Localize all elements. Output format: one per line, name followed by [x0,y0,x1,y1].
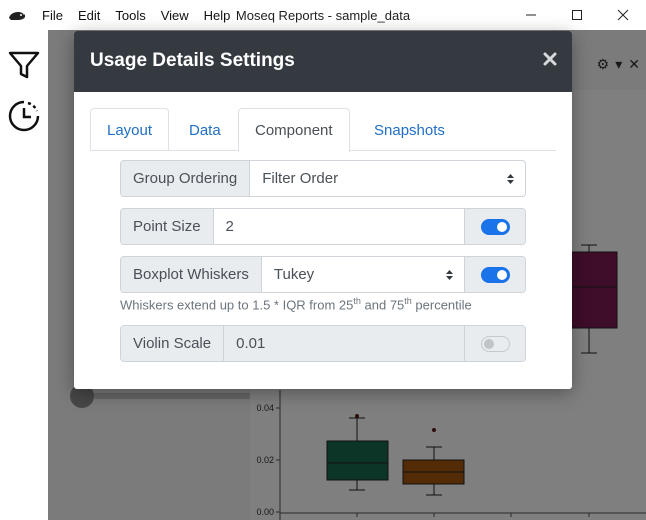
violin-scale-input[interactable]: 0.01 [224,326,464,361]
point-size-toggle[interactable] [480,218,510,235]
tab-component-label: Component [255,122,333,139]
tab-snapshots[interactable]: Snapshots [357,108,462,151]
menu-view[interactable]: View [161,8,189,23]
minimize-button[interactable] [508,0,554,30]
boxplot-whiskers-label: Boxplot Whiskers [121,257,262,292]
tab-component[interactable]: Component [238,108,350,152]
settings-modal: Usage Details Settings Layout Data Compo… [74,31,572,389]
violin-scale-label: Violin Scale [121,326,225,361]
violin-scale-toggle-cell [464,326,525,361]
help-sup-1: th [353,296,361,306]
boxplot-whiskers-toggle[interactable] [480,266,510,283]
modal-title: Usage Details Settings [90,50,295,71]
group-ordering-select[interactable]: Filter Order [250,161,525,196]
menu-tools[interactable]: Tools [115,8,145,23]
menu-file[interactable]: File [42,8,63,23]
group-ordering-row: Group Ordering Filter Order [120,160,526,197]
filter-icon[interactable] [6,47,42,83]
help-prefix: Whiskers extend up to 1.5 * IQR from 25 [120,297,354,313]
violin-scale-toggle[interactable] [480,335,510,352]
tab-data-label: Data [189,121,221,139]
menu-edit[interactable]: Edit [78,8,100,23]
left-rail [0,30,48,520]
tab-layout-label: Layout [107,121,153,139]
close-window-button[interactable] [600,0,646,30]
violin-scale-value: 0.01 [236,335,266,352]
boxplot-whiskers-row: Boxplot Whiskers Tukey [120,256,526,293]
menu-bar: File Edit Tools View Help [42,0,245,30]
close-icon[interactable] [542,50,558,68]
app-logo-icon [9,12,25,20]
group-ordering-label: Group Ordering [121,161,251,196]
help-mid: and 75 [360,297,405,313]
boxplot-whiskers-value: Tukey [273,266,315,283]
point-size-toggle-cell [464,209,525,244]
point-size-input[interactable]: 2 [214,209,464,244]
violin-scale-row: Violin Scale 0.01 [120,325,526,362]
modal-header: Usage Details Settings [74,31,572,92]
select-caret-icon [446,270,453,280]
point-size-label: Point Size [121,209,214,244]
whiskers-help-text: Whiskers extend up to 1.5 * IQR from 25t… [120,296,472,312]
minimize-icon [526,14,536,16]
tab-snapshots-label: Snapshots [374,121,445,139]
settings-tabs: Layout Data Component Snapshots [90,108,556,152]
boxplot-whiskers-toggle-cell [464,257,525,292]
group-ordering-value: Filter Order [262,170,339,187]
title-bar: File Edit Tools View Help Moseq Reports … [0,0,646,30]
tab-data[interactable]: Data [172,108,238,151]
maximize-button[interactable] [554,0,600,30]
history-icon[interactable] [6,98,42,134]
boxplot-whiskers-select[interactable]: Tukey [262,257,464,292]
help-suffix: percentile [411,297,472,313]
point-size-row: Point Size 2 [120,208,526,245]
maximize-icon [572,10,582,20]
close-icon [617,9,629,21]
tab-layout[interactable]: Layout [90,108,170,151]
help-sup-2: th [404,296,412,306]
select-caret-icon [507,174,514,184]
point-size-value: 2 [225,218,234,235]
menu-help[interactable]: Help [204,8,231,23]
